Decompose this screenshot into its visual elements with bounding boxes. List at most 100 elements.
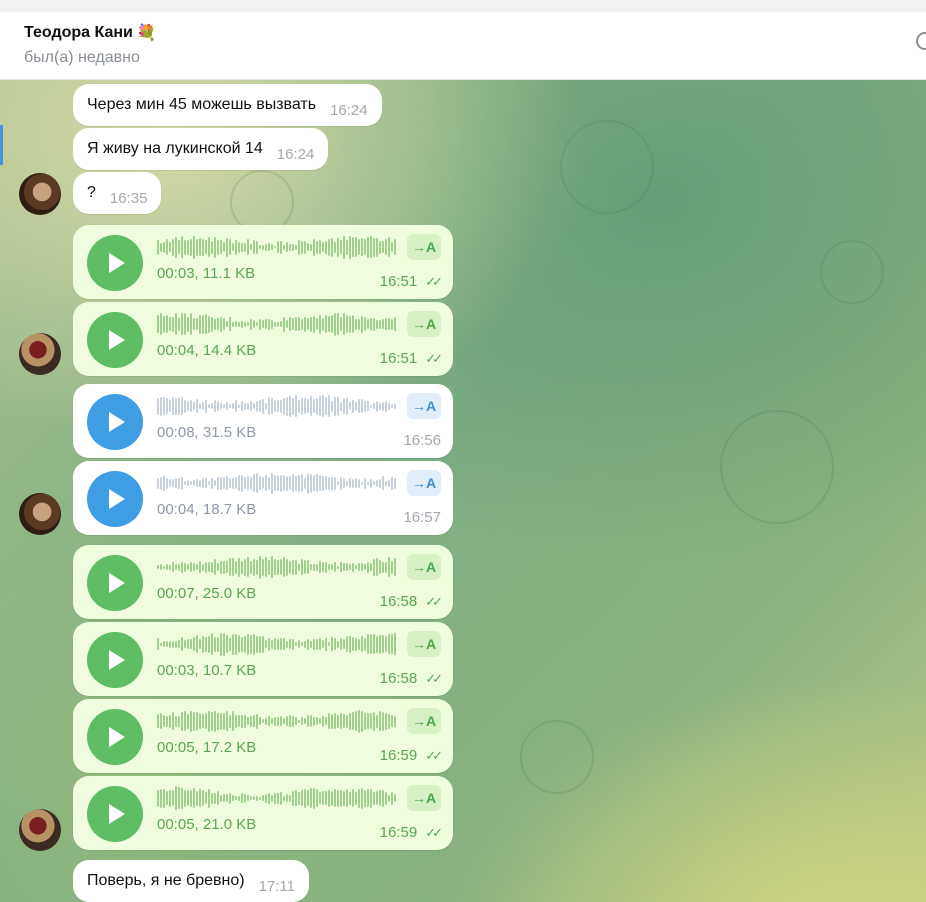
play-icon[interactable] bbox=[87, 709, 143, 765]
speech-to-text-icon[interactable]: →A bbox=[407, 470, 441, 496]
waveform-bar bbox=[175, 715, 177, 727]
waveform-bar bbox=[271, 794, 273, 802]
voice-message[interactable]: 00:04, 14.4 KB →A 16:51 ✓✓ bbox=[73, 302, 453, 376]
waveform[interactable] bbox=[157, 235, 397, 259]
speech-to-text-icon[interactable]: →A bbox=[407, 785, 441, 811]
waveform[interactable] bbox=[157, 394, 397, 418]
waveform-bar bbox=[322, 242, 324, 252]
waveform-bar bbox=[394, 715, 396, 727]
waveform-bar bbox=[220, 476, 222, 490]
waveform-bar bbox=[334, 562, 336, 572]
voice-message[interactable]: 00:04, 18.7 KB →A 16:57 bbox=[73, 461, 453, 535]
voice-message[interactable]: 00:03, 11.1 KB →A 16:51 ✓✓ bbox=[73, 225, 453, 299]
waveform-bar bbox=[352, 315, 354, 333]
message-bubble[interactable]: Я живу на лукинской 14 16:24 bbox=[73, 128, 329, 170]
waveform-bar bbox=[157, 315, 159, 333]
waveform[interactable] bbox=[157, 786, 397, 810]
waveform-bar bbox=[325, 315, 327, 333]
more-icon[interactable] bbox=[916, 32, 926, 50]
waveform-bar bbox=[169, 789, 171, 807]
waveform-bar bbox=[196, 790, 198, 806]
avatar[interactable] bbox=[19, 173, 61, 215]
waveform-bar bbox=[160, 642, 162, 646]
voice-message[interactable]: 00:03, 10.7 KB →A 16:58 ✓✓ bbox=[73, 622, 453, 696]
avatar[interactable] bbox=[19, 809, 61, 851]
waveform-bar bbox=[379, 711, 381, 731]
speech-to-text-icon[interactable]: →A bbox=[407, 708, 441, 734]
waveform-bar bbox=[367, 401, 369, 411]
voice-message[interactable]: 00:05, 21.0 KB →A 16:59 ✓✓ bbox=[73, 776, 453, 850]
waveform-bar bbox=[184, 640, 186, 648]
waveform-bar bbox=[214, 236, 216, 258]
contact-name[interactable]: Теодора Кани 💐 bbox=[24, 23, 157, 43]
waveform-bar bbox=[289, 243, 291, 251]
waveform-bar bbox=[391, 791, 393, 805]
contact-name-text: Теодора Кани bbox=[24, 24, 133, 41]
waveform-bar bbox=[367, 561, 369, 573]
waveform-bar bbox=[271, 718, 273, 724]
speech-to-text-icon[interactable]: →A bbox=[407, 393, 441, 419]
waveform-bar bbox=[382, 711, 384, 731]
waveform-bar bbox=[160, 242, 162, 252]
voice-meta: 00:04, 18.7 KB bbox=[157, 501, 257, 518]
waveform-bar bbox=[220, 794, 222, 802]
waveform-bar bbox=[244, 714, 246, 728]
speech-to-text-icon[interactable]: →A bbox=[407, 554, 441, 580]
waveform[interactable] bbox=[157, 555, 397, 579]
speech-to-text-icon[interactable]: →A bbox=[407, 631, 441, 657]
chat-header[interactable]: Теодора Кани 💐 был(а) недавно bbox=[0, 12, 926, 80]
chat-area[interactable]: Через мин 45 можешь вызвать 16:24 Я живу… bbox=[0, 80, 926, 902]
play-icon[interactable] bbox=[87, 555, 143, 611]
speech-to-text-icon[interactable]: →A bbox=[407, 234, 441, 260]
message-bubble[interactable]: ? 16:35 bbox=[73, 172, 162, 214]
waveform-bar bbox=[373, 711, 375, 731]
voice-message[interactable]: 00:08, 31.5 KB →A 16:56 bbox=[73, 384, 453, 458]
play-icon[interactable] bbox=[87, 235, 143, 291]
waveform-bar bbox=[331, 237, 333, 257]
waveform-bar bbox=[184, 562, 186, 572]
waveform-bar bbox=[292, 474, 294, 492]
waveform-bar bbox=[364, 564, 366, 570]
play-icon[interactable] bbox=[87, 471, 143, 527]
play-icon[interactable] bbox=[87, 394, 143, 450]
waveform-bar bbox=[181, 313, 183, 335]
speech-to-text-icon[interactable]: →A bbox=[407, 311, 441, 337]
waveform-bar bbox=[277, 792, 279, 804]
voice-message[interactable]: 00:07, 25.0 KB →A 16:58 ✓✓ bbox=[73, 545, 453, 619]
waveform[interactable] bbox=[157, 709, 397, 733]
waveform-bar bbox=[307, 318, 309, 330]
waveform-bar bbox=[385, 636, 387, 652]
waveform[interactable] bbox=[157, 471, 397, 495]
waveform-bar bbox=[340, 401, 342, 411]
play-icon[interactable] bbox=[87, 786, 143, 842]
waveform-bar bbox=[370, 317, 372, 331]
waveform-bar bbox=[160, 313, 162, 335]
background-doodle bbox=[560, 120, 654, 214]
waveform-bar bbox=[328, 316, 330, 332]
waveform-bar bbox=[187, 564, 189, 570]
waveform-bar bbox=[388, 634, 390, 654]
waveform-bar bbox=[226, 794, 228, 802]
message-time: 16:57 bbox=[403, 509, 441, 526]
avatar[interactable] bbox=[19, 333, 61, 375]
waveform[interactable] bbox=[157, 312, 397, 336]
voice-message[interactable]: 00:05, 17.2 KB →A 16:59 ✓✓ bbox=[73, 699, 453, 773]
waveform[interactable] bbox=[157, 632, 397, 656]
message-bubble[interactable]: Поверь, я не бревно) 17:11 bbox=[73, 860, 309, 902]
waveform-bar bbox=[175, 478, 177, 488]
waveform-bar bbox=[319, 314, 321, 334]
avatar[interactable] bbox=[19, 493, 61, 535]
message-bubble[interactable]: Через мин 45 можешь вызвать 16:24 bbox=[73, 84, 382, 126]
waveform-bar bbox=[187, 713, 189, 729]
waveform-bar bbox=[196, 399, 198, 413]
waveform-bar bbox=[313, 315, 315, 333]
waveform-bar bbox=[166, 315, 168, 333]
play-icon[interactable] bbox=[87, 632, 143, 688]
play-icon[interactable] bbox=[87, 312, 143, 368]
waveform-bar bbox=[268, 397, 270, 415]
waveform-bar bbox=[271, 472, 273, 494]
waveform-bar bbox=[277, 475, 279, 491]
waveform-bar bbox=[160, 476, 162, 490]
waveform-bar bbox=[304, 718, 306, 724]
waveform-bar bbox=[376, 479, 378, 487]
